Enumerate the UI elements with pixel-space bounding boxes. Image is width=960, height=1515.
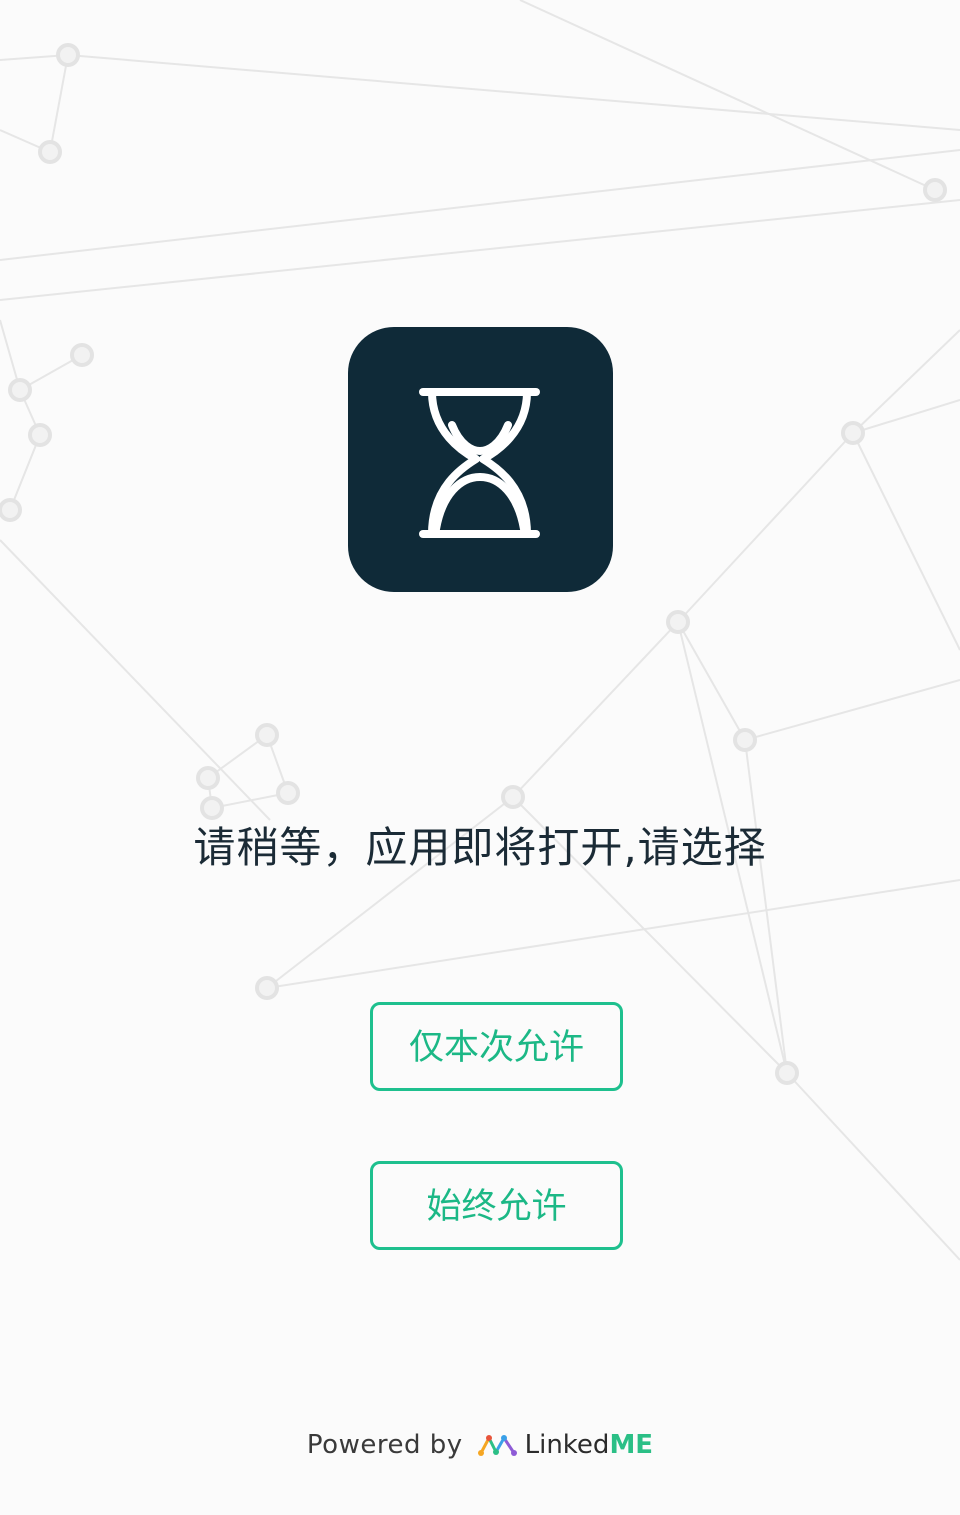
hourglass-icon [419, 388, 540, 538]
allow-always-button[interactable]: 始终允许 [370, 1161, 623, 1250]
brand-me-text: ME [609, 1430, 654, 1460]
prompt-text: 请稍等，应用即将打开,请选择 [193, 823, 767, 872]
linkedme-logo-icon [477, 1432, 519, 1458]
powered-by-footer: Powered by Linked ME [0, 1422, 960, 1468]
powered-by-text: Powered by [306, 1430, 463, 1460]
app-icon [348, 327, 613, 592]
brand-linked-text: Linked [524, 1430, 610, 1460]
background-network-pattern [0, 0, 960, 1261]
allow-once-button[interactable]: 仅本次允许 [370, 1002, 623, 1091]
